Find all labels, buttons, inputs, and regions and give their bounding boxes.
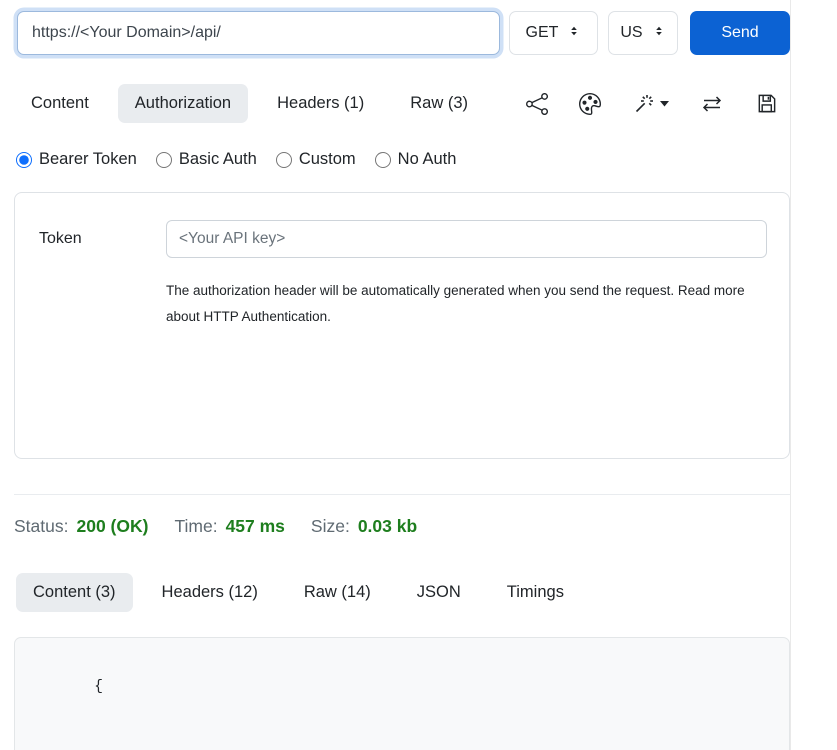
token-panel: Token The authorization header will be a…: [14, 192, 790, 459]
time-label: Time:: [174, 516, 217, 537]
caret-down-icon: [660, 101, 669, 107]
bearer-token-radio[interactable]: [16, 152, 32, 168]
updown-arrows-icon: [652, 24, 666, 43]
magic-wand-icon: [632, 92, 656, 116]
request-bar: GET US Send: [14, 8, 790, 58]
request-tabs-row: Content Authorization Headers (1) Raw (3…: [14, 84, 790, 123]
updown-arrows-icon: [567, 24, 581, 43]
auth-option-basic-auth[interactable]: Basic Auth: [156, 150, 257, 169]
method-select-value: GET: [526, 24, 559, 42]
status-group: Status: 200 (OK): [14, 516, 148, 537]
size-group: Size: 0.03 kb: [311, 516, 417, 537]
generate-code-dropdown-button[interactable]: [632, 92, 669, 116]
section-divider: [14, 494, 790, 495]
status-value: 200 (OK): [76, 516, 148, 537]
request-tabs: Content Authorization Headers (1) Raw (3…: [14, 84, 485, 123]
response-tab-raw[interactable]: Raw (14): [287, 573, 388, 612]
tab-authorization[interactable]: Authorization: [118, 84, 248, 123]
response-tabs: Content (3) Headers (12) Raw (14) JSON T…: [14, 573, 790, 612]
code-punctuation: {: [94, 679, 103, 695]
time-value: 457 ms: [226, 516, 285, 537]
theme-button[interactable]: [579, 93, 601, 115]
region-select[interactable]: US: [608, 11, 678, 55]
icon-toolbar: [526, 92, 790, 116]
response-status-bar: Status: 200 (OK) Time: 457 ms Size: 0.03…: [14, 516, 790, 537]
share-icon: [526, 93, 548, 115]
palette-icon: [579, 93, 601, 115]
api-tester-page: GET US Send Content Authorization Header…: [14, 0, 790, 750]
time-group: Time: 457 ms: [174, 516, 284, 537]
auth-option-no-auth[interactable]: No Auth: [375, 150, 457, 169]
page-right-divider: [790, 0, 791, 750]
auth-option-label: Custom: [299, 150, 356, 169]
compare-button[interactable]: [700, 92, 724, 116]
size-label: Size:: [311, 516, 350, 537]
token-help-text: The authorization header will be automat…: [166, 278, 754, 329]
tab-headers[interactable]: Headers (1): [260, 84, 381, 123]
token-label: Token: [39, 230, 166, 248]
auth-option-custom[interactable]: Custom: [276, 150, 356, 169]
auth-option-label: No Auth: [398, 150, 457, 169]
tab-raw[interactable]: Raw (3): [393, 84, 485, 123]
tab-content[interactable]: Content: [14, 84, 106, 123]
auth-option-label: Bearer Token: [39, 150, 137, 169]
region-select-value: US: [620, 24, 642, 42]
response-tab-timings[interactable]: Timings: [490, 573, 581, 612]
code-line: {: [42, 650, 773, 724]
no-auth-radio[interactable]: [375, 152, 391, 168]
response-tab-headers[interactable]: Headers (12): [145, 573, 275, 612]
status-label: Status:: [14, 516, 68, 537]
auth-option-bearer-token[interactable]: Bearer Token: [16, 150, 137, 169]
share-button[interactable]: [526, 93, 548, 115]
basic-auth-radio[interactable]: [156, 152, 172, 168]
code-line: "message": "API running.": [42, 724, 773, 750]
response-tab-content[interactable]: Content (3): [16, 573, 133, 612]
token-field-row: Token: [39, 220, 767, 258]
custom-auth-radio[interactable]: [276, 152, 292, 168]
token-input[interactable]: [166, 220, 767, 258]
auth-option-label: Basic Auth: [179, 150, 257, 169]
method-select[interactable]: GET: [509, 11, 598, 55]
url-input[interactable]: [17, 11, 500, 55]
save-request-button[interactable]: [755, 92, 778, 115]
save-icon: [755, 92, 778, 115]
response-tab-json[interactable]: JSON: [400, 573, 478, 612]
response-body-code: { "message": "API running." }: [14, 637, 790, 750]
auth-type-options: Bearer Token Basic Auth Custom No Auth: [14, 150, 790, 169]
swap-arrows-icon: [700, 92, 724, 116]
size-value: 0.03 kb: [358, 516, 417, 537]
send-button[interactable]: Send: [690, 11, 790, 55]
